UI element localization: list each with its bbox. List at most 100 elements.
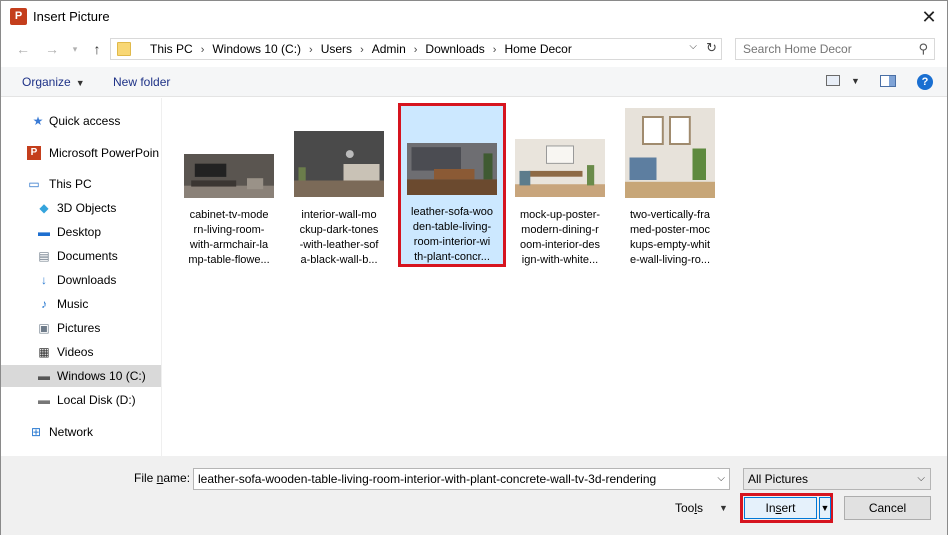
recent-locations-button[interactable]: ▾ [65, 39, 85, 59]
tools-button[interactable]: Tools [675, 501, 703, 515]
file-name-line: oom-interior-des [519, 239, 601, 251]
sidebar-item-this-pc[interactable]: ▭ This PC [1, 173, 161, 195]
navigation-pane: ★ Quick access P Microsoft PowerPoin ▭ This P… [1, 98, 162, 456]
search-box[interactable]: ⚲ [735, 38, 935, 60]
back-button[interactable]: ← [13, 39, 33, 59]
file-name-line: e-wall-living-ro... [629, 254, 711, 266]
sidebar-item-local-disk-d[interactable]: ▬ Local Disk (D:) [1, 389, 161, 411]
sidebar-item-desktop[interactable]: ▬ Desktop [1, 221, 161, 243]
insert-picture-dialog: P Insert Picture ✕ ← → ▾ ↑ This PC › Windo… [0, 0, 948, 535]
file-name-label: mock-up-poster-modern-dining-r oom-interi… [510, 208, 610, 268]
file-name-line: mp-table-flowe... [188, 254, 270, 266]
breadcrumb-item[interactable]: This PC [150, 42, 193, 56]
sidebar-item-label: Pictures [57, 321, 101, 335]
arrow-up-icon: ↑ [93, 41, 101, 57]
drive-icon: ▬ [38, 393, 50, 407]
sidebar-item-windows-10-c[interactable]: ▬ Windows 10 (C:) [1, 365, 161, 387]
sidebar-item-quick-access[interactable]: ★ Quick access [1, 110, 161, 132]
file-name-label: two-vertically-fra med-poster-moc kups-emp… [620, 208, 720, 268]
desktop-icon: ▬ [38, 225, 50, 239]
file-name-label: cabinet-tv-mode rn-living-room-with-armch… [179, 208, 279, 268]
arrow-left-icon: ← [16, 41, 30, 57]
forward-button[interactable]: → [42, 39, 62, 59]
file-name-value: leather-sofa-wooden-table-living-room-in… [198, 472, 657, 486]
breadcrumb-separator-icon[interactable]: › [493, 44, 497, 56]
file-name-line: th-plant-concr... [414, 251, 490, 263]
breadcrumb-separator-icon[interactable]: › [309, 44, 313, 56]
insert-options-dropdown[interactable]: ▼ [819, 497, 831, 519]
chevron-down-icon: ⌵ [917, 473, 925, 484]
sidebar-item-label: Local Disk (D:) [57, 393, 136, 407]
organize-button[interactable]: Organize ▼ [22, 75, 85, 89]
file-name-field[interactable]: leather-sofa-wooden-table-living-room-in… [193, 468, 730, 490]
breadcrumb-item[interactable]: Users [321, 42, 352, 56]
file-name-line: den-table-living- [412, 221, 492, 233]
file-type-value: All Pictures [748, 472, 809, 486]
breadcrumb-item[interactable]: Windows 10 (C:) [212, 42, 301, 56]
file-item[interactable]: mock-up-poster-modern-dining-r oom-interi… [508, 106, 612, 270]
sidebar-item-downloads[interactable]: ↓ Downloads [1, 269, 161, 291]
view-options-dropdown[interactable]: ▼ [851, 76, 860, 86]
folder-icon [117, 42, 131, 56]
sidebar-item-pictures[interactable]: ▣ Pictures [1, 317, 161, 339]
document-icon: ▤ [38, 249, 50, 263]
chevron-down-icon: ▾ [72, 44, 78, 54]
up-button[interactable]: ↑ [87, 39, 107, 59]
new-folder-button[interactable]: New folder [113, 75, 170, 89]
sidebar-item-label: Videos [57, 345, 94, 359]
search-input[interactable] [743, 42, 908, 56]
sidebar-item-label: Windows 10 (C:) [57, 369, 146, 383]
breadcrumb-separator-icon[interactable]: › [201, 44, 205, 56]
file-type-select[interactable]: All Pictures ⌵ [743, 468, 931, 490]
breadcrumb-separator-icon[interactable]: › [360, 44, 364, 56]
file-name-line: ckup-dark-tones [299, 224, 379, 236]
address-history-dropdown[interactable]: ⌵ [689, 41, 697, 52]
file-list: cabinet-tv-mode rn-living-room-with-armch… [163, 98, 947, 456]
sidebar-item-documents[interactable]: ▤ Documents [1, 245, 161, 267]
sidebar-item-microsoft-powerpoin[interactable]: P Microsoft PowerPoin [1, 142, 161, 164]
breadcrumb-separator-icon[interactable]: › [414, 44, 418, 56]
sidebar-item-music[interactable]: ♪ Music [1, 293, 161, 315]
file-name-label: leather-sofa-woo den-table-living-room-in… [402, 205, 502, 265]
search-icon[interactable]: ⚲ [918, 41, 928, 57]
caret-down-icon: ▼ [820, 503, 830, 513]
sidebar-item-label: Network [49, 425, 94, 439]
file-item[interactable]: interior-wall-mo ckup-dark-tones -with-lea… [287, 106, 391, 270]
sidebar-item-videos[interactable]: ▦ Videos [1, 341, 161, 363]
breadcrumb-item[interactable]: Home Decor [504, 42, 571, 56]
file-name-line: two-vertically-fra [629, 209, 711, 221]
video-icon: ▦ [38, 345, 50, 359]
breadcrumb-item[interactable]: Downloads [425, 42, 484, 56]
breadcrumb: This PC › Windows 10 (C:) › Users › Admin › Down… [150, 42, 572, 56]
file-item[interactable]: two-vertically-fra med-poster-moc kups-emp… [618, 106, 722, 270]
insert-button[interactable]: Insert [744, 497, 817, 519]
cancel-button[interactable]: Cancel [844, 496, 931, 520]
image-thumbnail [294, 131, 384, 197]
close-button[interactable]: ✕ [917, 5, 941, 29]
help-icon[interactable]: ? [917, 74, 933, 90]
tools-dropdown-arrow[interactable]: ▼ [719, 503, 728, 513]
breadcrumb-item[interactable]: Admin [372, 42, 406, 56]
file-name-line: cabinet-tv-mode [189, 209, 269, 221]
image-thumbnail [625, 108, 715, 198]
change-view-icon[interactable] [826, 75, 840, 86]
pictures-icon: ▣ [38, 321, 50, 335]
powerpoint-app-icon: P [10, 8, 27, 25]
dialog-footer: File name: leather-sofa-wooden-table-liv… [1, 456, 947, 535]
star-icon: ★ [32, 114, 44, 128]
sidebar-item-3d-objects[interactable]: ◆ 3D Objects [1, 197, 161, 219]
cube-icon: ◆ [39, 201, 49, 215]
computer-icon: ▭ [28, 177, 40, 191]
sidebar-item-label: Music [57, 297, 89, 311]
dialog-title: Insert Picture [33, 9, 110, 24]
music-icon: ♪ [41, 297, 47, 311]
close-icon: ✕ [921, 7, 937, 27]
sidebar-item-network[interactable]: ⊞ Network [1, 421, 161, 443]
file-item[interactable]: leather-sofa-woo den-table-living-room-in… [398, 103, 506, 267]
chevron-down-icon[interactable]: ⌵ [717, 473, 725, 484]
address-bar[interactable]: This PC › Windows 10 (C:) › Users › Admin › Down… [110, 38, 722, 60]
image-thumbnail [515, 139, 605, 197]
refresh-button[interactable]: ↻ [706, 40, 717, 56]
file-item[interactable]: cabinet-tv-mode rn-living-room-with-armch… [177, 106, 281, 270]
preview-pane-icon[interactable] [880, 75, 896, 87]
